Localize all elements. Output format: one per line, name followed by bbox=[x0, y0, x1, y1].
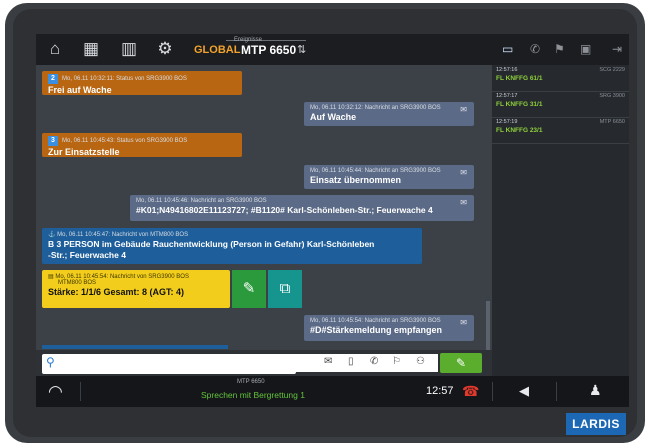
channel-switch-icon[interactable]: ⇅ bbox=[297, 43, 306, 56]
search-input[interactable] bbox=[42, 354, 296, 374]
message-meta: Mo, 06.11 10:32:12: Nachricht an SRG3900… bbox=[310, 105, 441, 111]
message-body: #K01;N49416802E11123727; #B1120# Karl-Sc… bbox=[136, 205, 433, 215]
envelope-icon: ✉ bbox=[460, 168, 467, 177]
exit-icon[interactable]: ⇥ bbox=[612, 42, 622, 56]
divider bbox=[80, 382, 81, 401]
event-title: FL KNFFG 23/1 bbox=[496, 127, 543, 134]
event-title: FL KNFFG 61/1 bbox=[496, 75, 543, 82]
message-body: Auf Wache bbox=[310, 112, 357, 122]
event-time: 12:57:17 bbox=[496, 93, 518, 99]
event-source: SCG 2229 bbox=[599, 67, 625, 73]
outgoing-message[interactable]: Mo, 06.11 10:32:12: Nachricht an SRG3900… bbox=[304, 102, 474, 126]
headset-icon[interactable]: ◠ bbox=[48, 382, 63, 402]
message-body: Einsatz übernommen bbox=[310, 175, 402, 185]
message-body: Frei auf Wache bbox=[48, 85, 112, 95]
library-icon[interactable]: ▥ bbox=[118, 39, 140, 59]
person-icon[interactable]: ♟ bbox=[589, 382, 602, 399]
message-body: B 3 PERSON im Gebäude Rauchentwicklung (… bbox=[48, 239, 375, 249]
event-item[interactable]: 12:57:17 SRG 3900 FL KNFFG 31/1 bbox=[492, 91, 629, 118]
envelope-icon: ✉ bbox=[460, 198, 467, 207]
channel-name[interactable]: MTP 6650 bbox=[241, 43, 296, 57]
clock: 12:57 bbox=[426, 385, 454, 397]
message-meta: Mo, 06.11 10:45:47: Nachricht von MTM800… bbox=[57, 232, 189, 238]
message-body: Zur Einsatzstelle bbox=[48, 147, 120, 157]
event-source: MTP 6650 bbox=[599, 119, 625, 125]
call-icon[interactable]: ✆ bbox=[370, 356, 378, 367]
device-icon[interactable]: ▣ bbox=[580, 42, 591, 56]
message-list[interactable]: 2 Mo, 06.11 10:32:11: Status von SRG3900 … bbox=[36, 65, 492, 361]
divider bbox=[492, 382, 493, 401]
status-message[interactable]: 2 Mo, 06.11 10:32:11: Status von SRG3900 … bbox=[42, 71, 242, 95]
search-icon: ⚲ bbox=[46, 355, 55, 369]
message-meta: Mo, 06.11 10:45:44: Nachricht an SRG3900… bbox=[310, 168, 441, 174]
outgoing-message[interactable]: Mo, 06.11 10:45:46: Nachricht an SRG3900… bbox=[130, 195, 474, 221]
app-screen: ⌂ ▦ ▥ ⚙ Ereignisse GLOBAL MTP 6650 ⇅ ▭ ✆… bbox=[36, 34, 629, 407]
gear-icon[interactable]: ⚙ bbox=[154, 39, 176, 59]
call-status: Sprechen mit Bergrettung 1 bbox=[201, 390, 305, 400]
device-icon[interactable]: ▯ bbox=[348, 356, 354, 367]
lardis-logo: LARDIS bbox=[566, 413, 626, 435]
envelope-icon: ✉ bbox=[460, 318, 467, 327]
partial-message bbox=[42, 345, 228, 349]
event-item[interactable]: 12:57:19 MTP 6650 FL KNFFG 23/1 bbox=[492, 117, 629, 144]
group-icon[interactable]: ⚇ bbox=[416, 356, 425, 367]
copy-button[interactable]: ⧉ bbox=[268, 270, 302, 308]
flag-icon[interactable]: ⚐ bbox=[392, 356, 401, 367]
chat-icon[interactable]: ▭ bbox=[502, 42, 513, 56]
outgoing-message[interactable]: Mo, 06.11 10:45:44: Nachricht an SRG3900… bbox=[304, 165, 474, 189]
compose-bar: ⚲ ✉ ▯ ✆ ⚐ ⚇ ✎ bbox=[36, 350, 492, 376]
incoming-icon: ⚓ bbox=[48, 232, 58, 238]
bottom-bar: ◠ MTP 6650 Sprechen mit Bergrettung 1 12… bbox=[36, 376, 629, 407]
hangup-icon[interactable]: ☎ bbox=[462, 383, 479, 400]
message-meta: Mo, 06.11 10:45:43: Status von SRG3900 B… bbox=[62, 138, 188, 144]
events-panel: 12:57:16 SCG 2229 FL KNFFG 61/1 12:57:17… bbox=[492, 65, 629, 350]
divider bbox=[556, 382, 557, 401]
message-body: Stärke: 1/1/6 Gesamt: 8 (AGT: 4) bbox=[48, 287, 185, 297]
message-meta: Mo, 06.11 10:45:46: Nachricht an SRG3900… bbox=[136, 198, 267, 204]
call-channel: MTP 6650 bbox=[237, 379, 265, 385]
incoming-message[interactable]: ⚓ Mo, 06.11 10:45:47: Nachricht von MTM8… bbox=[42, 228, 422, 264]
compose-tools: ✉ ▯ ✆ ⚐ ⚇ bbox=[292, 354, 438, 372]
incoming-message-highlight[interactable]: ▤ Mo, 06.11 10:45:54: Nachricht von SRG3… bbox=[42, 270, 230, 308]
envelope-icon: ✉ bbox=[460, 105, 467, 114]
event-item[interactable]: 12:57:16 SCG 2229 FL KNFFG 61/1 bbox=[492, 65, 629, 92]
status-message[interactable]: 3 Mo, 06.11 10:45:43: Status von SRG3900 … bbox=[42, 133, 242, 157]
home-icon[interactable]: ⌂ bbox=[44, 39, 66, 59]
right-panel-footer bbox=[492, 350, 629, 376]
message-body: #D#Stärkemeldung empfangen bbox=[310, 325, 443, 335]
event-source: SRG 3900 bbox=[599, 93, 625, 99]
envelope-icon[interactable]: ✉ bbox=[324, 356, 332, 367]
right-panel-header: ▭ ✆ ⚑ ▣ ⇥ bbox=[492, 34, 629, 65]
acknowledge-button[interactable]: ✎ bbox=[232, 270, 266, 308]
status-number: 2 bbox=[48, 74, 58, 84]
global-tab[interactable]: GLOBAL bbox=[194, 44, 240, 56]
message-meta: Mo, 06.11 10:45:54: Nachricht an SRG3900… bbox=[310, 318, 441, 324]
event-time: 12:57:19 bbox=[496, 119, 518, 125]
message-body-continued: -Str.; Feuerwache 4 bbox=[48, 250, 126, 260]
flag-icon[interactable]: ⚑ bbox=[554, 42, 565, 56]
phone-icon[interactable]: ✆ bbox=[530, 42, 540, 56]
send-button[interactable]: ✎ bbox=[440, 353, 482, 373]
event-title: FL KNFFG 31/1 bbox=[496, 101, 543, 108]
status-number: 3 bbox=[48, 136, 58, 146]
event-time: 12:57:16 bbox=[496, 67, 518, 73]
message-meta: Mo, 06.11 10:32:11: Status von SRG3900 B… bbox=[62, 76, 187, 82]
outgoing-message[interactable]: Mo, 06.11 10:45:54: Nachricht an SRG3900… bbox=[304, 315, 474, 341]
megaphone-icon[interactable]: ◀ bbox=[519, 383, 529, 399]
calendar-clock-icon[interactable]: ▦ bbox=[80, 39, 102, 59]
